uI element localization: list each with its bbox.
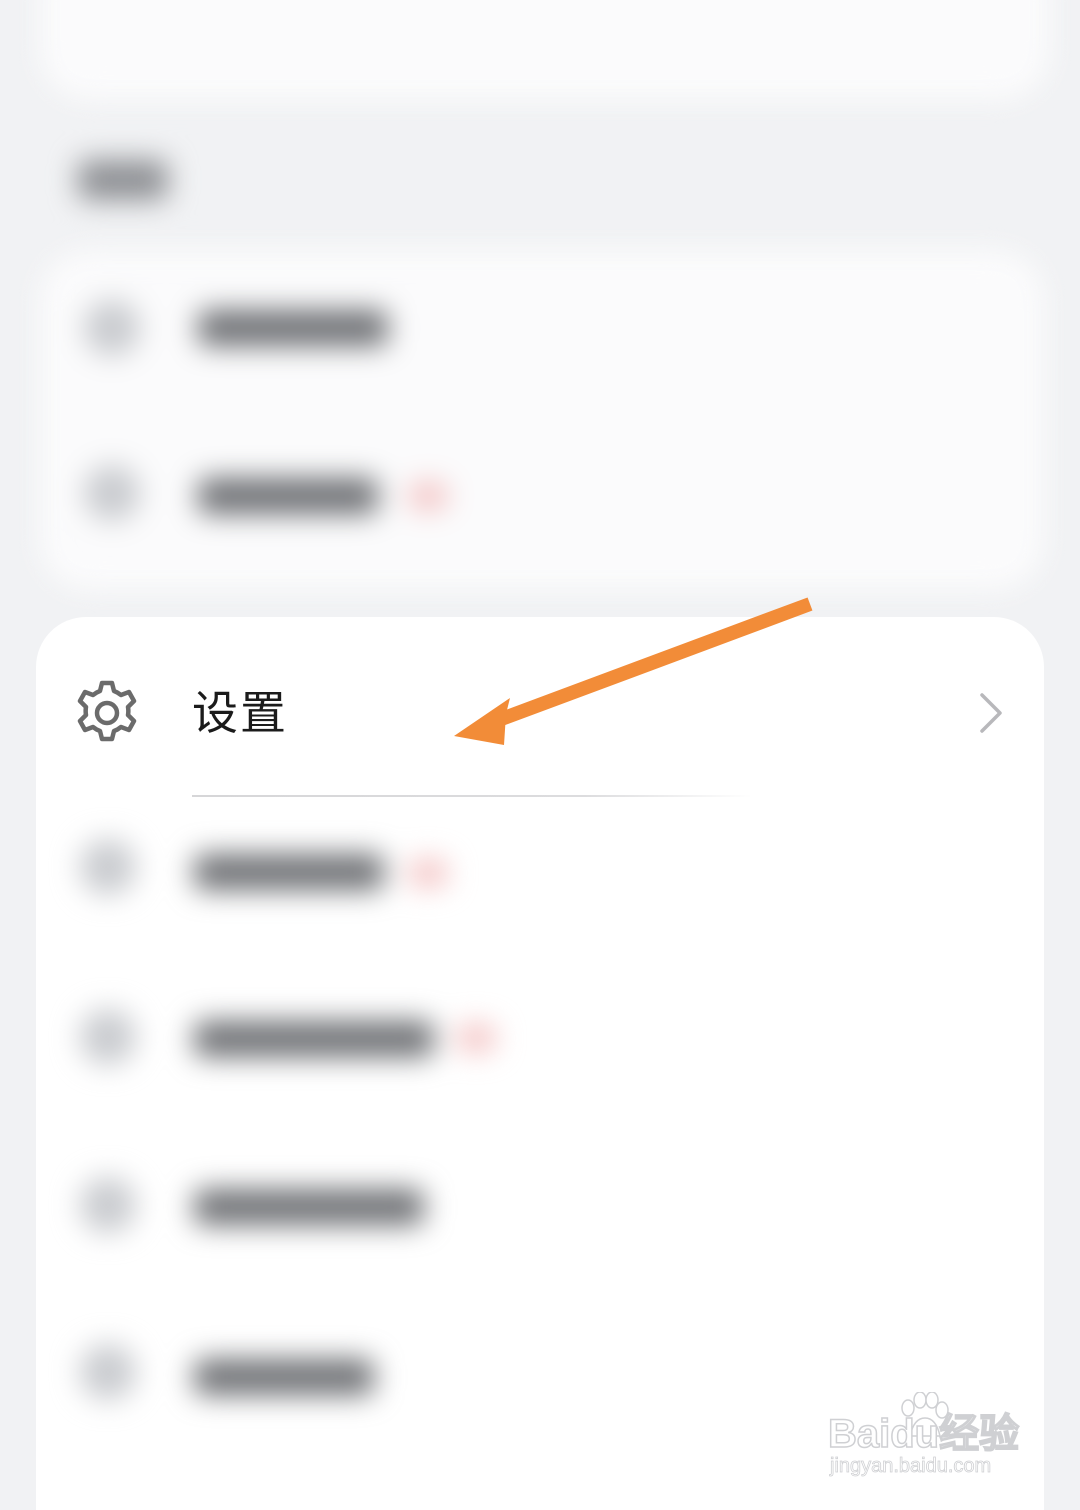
watermark-url: jingyan.baidu.com xyxy=(830,1455,992,1478)
settings-card: 设置 xyxy=(36,617,1044,1510)
blurred-item-icon xyxy=(80,1009,136,1065)
blurred-card-menu xyxy=(40,250,1044,590)
blurred-badge xyxy=(456,1024,496,1052)
blurred-item-icon xyxy=(80,1177,136,1233)
gear-icon xyxy=(77,680,137,742)
watermark-title: Baidu经验 xyxy=(827,1411,1020,1457)
settings-menu-item[interactable]: 设置 xyxy=(36,617,1044,797)
row-divider xyxy=(192,795,752,797)
blurred-item-label xyxy=(194,1021,434,1057)
blurred-card-top xyxy=(40,0,1050,100)
blurred-item-icon xyxy=(84,465,140,521)
blurred-item-label xyxy=(194,854,384,890)
chevron-right-icon xyxy=(980,693,1002,733)
blurred-badge xyxy=(408,482,448,510)
blurred-item-icon xyxy=(80,839,136,895)
watermark: Baidu经验 jingyan.baidu.com xyxy=(827,1392,1028,1492)
blurred-item-label xyxy=(194,1359,374,1395)
blurred-item-icon xyxy=(84,300,140,356)
settings-label: 设置 xyxy=(192,686,288,740)
blurred-item-label xyxy=(194,1189,424,1225)
blurred-item-icon xyxy=(80,1344,136,1400)
blurred-item-label xyxy=(198,310,388,346)
blurred-item-label xyxy=(198,478,378,514)
blurred-section-title xyxy=(78,160,168,200)
blurred-badge xyxy=(408,859,448,887)
